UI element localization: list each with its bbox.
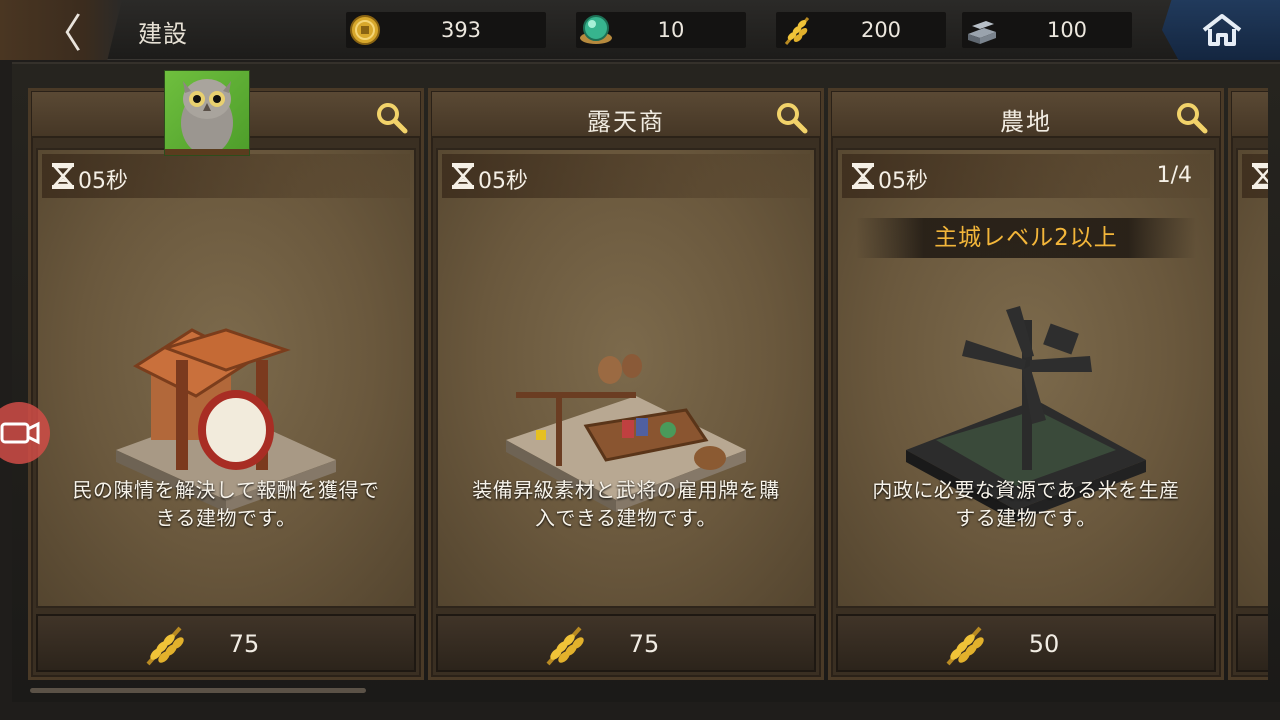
description-line: する建物です。 (955, 506, 1097, 530)
description-line: 内政に必要な資源である米を生産 (872, 478, 1180, 502)
card-description: 民の陳情を解決して報酬を獲得で きる建物です。 (34, 476, 418, 532)
description-line: 民の陳情を解決して報酬を獲得で (72, 478, 380, 502)
build-time-bar (1242, 154, 1268, 198)
owl-image (165, 79, 249, 155)
build-time: 05秒 (878, 169, 928, 194)
video-camera-icon (0, 421, 40, 445)
card-header: 露天商 (432, 92, 820, 138)
jade-value: 10 (657, 18, 685, 42)
screen-recorder-button[interactable] (0, 402, 50, 464)
iron-value: 100 (1046, 18, 1088, 42)
cost-value: 75 (228, 630, 260, 658)
build-button[interactable]: 50 (836, 614, 1216, 672)
magnifier-icon[interactable] (774, 100, 808, 134)
jade-icon (580, 15, 612, 44)
magnifier-icon[interactable] (374, 100, 408, 134)
hourglass-icon (52, 163, 74, 189)
hourglass-icon (852, 163, 874, 189)
horizontal-scrollbar[interactable] (30, 688, 366, 693)
hourglass-icon (452, 163, 474, 189)
description-line: 装備昇級素材と武将の雇用牌を購 (472, 478, 780, 502)
build-count: 1/4 (1156, 163, 1192, 188)
card-title: 農地 (1000, 108, 1052, 136)
page-title: 建設 (138, 20, 188, 48)
grain-value: 200 (860, 18, 902, 42)
build-button[interactable]: 75 (36, 614, 416, 672)
grain-icon (784, 17, 810, 45)
card-body (1236, 148, 1268, 608)
description-line: きる建物です。 (155, 506, 297, 530)
coin-value: 393 (440, 18, 482, 42)
build-time-bar: 05秒 (42, 154, 410, 198)
building-card-office[interactable]: 庁 05秒 民の陳情を解決して報酬を獲得で (28, 88, 424, 680)
card-description: 内政に必要な資源である米を生産 する建物です。 (834, 476, 1218, 532)
resource-jade: 10 (576, 12, 746, 48)
home-button[interactable] (1162, 0, 1280, 60)
top-bar: 〈 建設 393 10 200 100 (0, 0, 1280, 60)
resource-coin: 393 (346, 12, 546, 48)
card-description: 装備昇級素材と武将の雇用牌を購 入できる建物です。 (434, 476, 818, 532)
owl-photo-thumbnail[interactable] (164, 70, 250, 156)
build-time-bar: 05秒 1/4 (842, 154, 1210, 198)
requirement-banner: 主城レベル2以上 (856, 218, 1196, 258)
resource-grain: 200 (776, 12, 946, 48)
hourglass-icon (1252, 163, 1268, 189)
coin-icon (350, 15, 380, 45)
cost-value: 50 (1028, 630, 1060, 658)
build-time-bar: 05秒 (442, 154, 810, 198)
cost-value: 75 (628, 630, 660, 658)
card-header: 農地 (832, 92, 1220, 138)
resource-iron: 100 (962, 12, 1132, 48)
description-line: 入できる建物です。 (534, 506, 718, 530)
chevron-left-icon: 〈 (42, 11, 82, 57)
card-body: 05秒 1/4 主城レベル2以上 (836, 148, 1216, 608)
iron-icon (968, 21, 996, 44)
building-card-street-vendor[interactable]: 露天商 05秒 装備昇級素材と武将の雇用牌を購 入できる建物です。 75 (428, 88, 824, 680)
card-body: 05秒 (436, 148, 816, 608)
magnifier-icon[interactable] (1174, 100, 1208, 134)
card-title: 露天商 (587, 108, 665, 136)
build-button[interactable] (1236, 614, 1268, 672)
build-time: 05秒 (478, 169, 528, 194)
building-card-next[interactable] (1228, 88, 1268, 680)
back-button[interactable]: 〈 (0, 0, 122, 60)
home-icon (1202, 14, 1242, 46)
build-time: 05秒 (78, 169, 128, 194)
card-header (1232, 92, 1268, 138)
build-button[interactable]: 75 (436, 614, 816, 672)
card-body: 05秒 (36, 148, 416, 608)
building-card-farmland[interactable]: 農地 05秒 1/4 主城レベル2以上 内政に必要な資源である米を生産 する建物… (828, 88, 1224, 680)
